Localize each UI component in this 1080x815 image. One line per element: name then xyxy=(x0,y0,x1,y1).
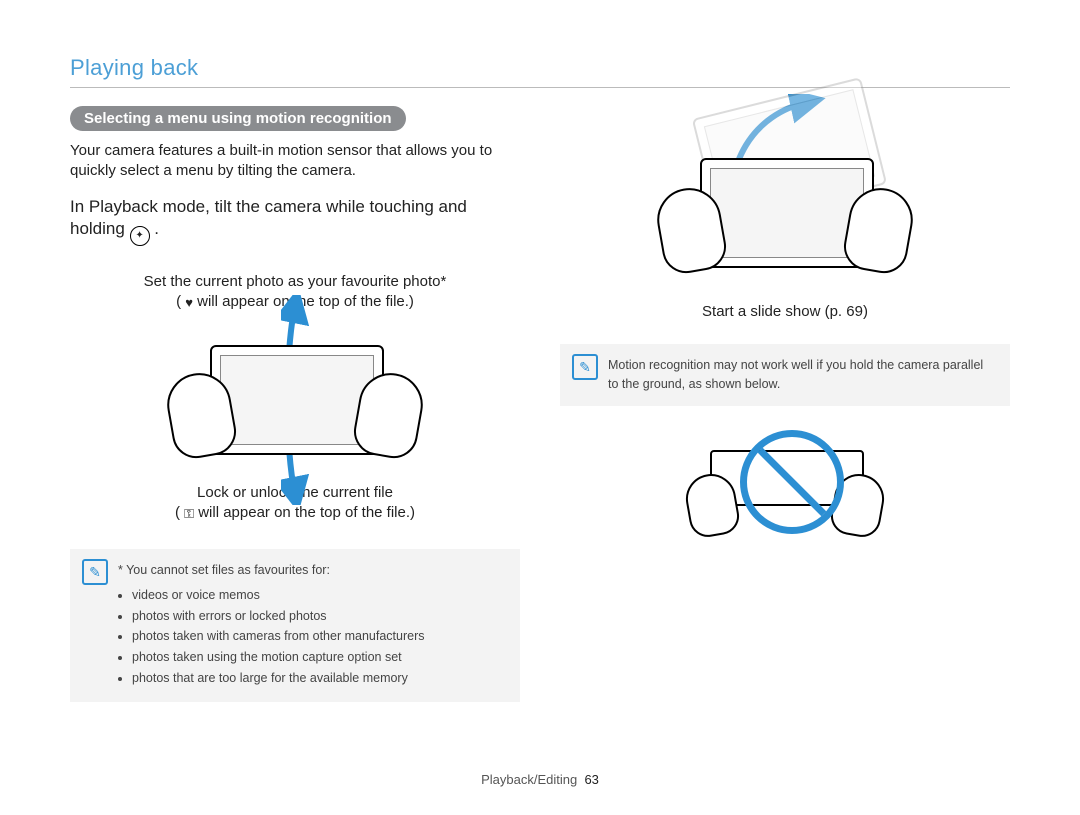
page-title: Playing back xyxy=(70,55,1010,81)
figure2-caption-line2-open: ( xyxy=(175,504,180,521)
page-footer: Playback/Editing 63 xyxy=(0,772,1080,787)
intro-text: Your camera features a built-in motion s… xyxy=(70,141,520,182)
prohibited-icon xyxy=(740,430,844,534)
instruction-line2-before: holding xyxy=(70,219,130,238)
warning-note-text: Motion recognition may not work well if … xyxy=(608,356,996,394)
list-item: photos taken with cameras from other man… xyxy=(132,627,506,646)
key-icon: ⚿ xyxy=(184,506,194,521)
figure1-caption-line2-rest: will appear on the top of the file.) xyxy=(197,293,414,310)
figure3-tilt-diagonal xyxy=(560,106,1010,296)
warning-note-box: ✎ Motion recognition may not work well i… xyxy=(560,344,1010,406)
figure1-tilt-vertical xyxy=(70,323,520,473)
favourites-note-lead: * You cannot set files as favourites for… xyxy=(118,561,506,580)
motion-touch-icon: ✦ xyxy=(130,226,150,246)
figure2-caption-line1: Lock or unlock the current file xyxy=(197,484,393,501)
figure4-parallel-prohibited xyxy=(560,416,1010,526)
list-item: photos with errors or locked photos xyxy=(132,607,506,626)
left-column: Selecting a menu using motion recognitio… xyxy=(70,106,520,702)
list-item: photos taken using the motion capture op… xyxy=(132,648,506,667)
title-rule xyxy=(70,87,1010,88)
slideshow-caption: Start a slide show (p. 69) xyxy=(560,302,1010,322)
section-heading-pill: Selecting a menu using motion recognitio… xyxy=(70,106,406,131)
figure1-caption-line2-open: ( xyxy=(176,293,181,310)
note-icon: ✎ xyxy=(82,559,108,585)
heart-icon: ♥ xyxy=(185,295,193,310)
figure1-caption-line1: Set the current photo as your favourite … xyxy=(144,273,447,290)
instruction-line2-after: . xyxy=(154,219,159,238)
list-item: videos or voice memos xyxy=(132,586,506,605)
instruction-line1: In Playback mode, tilt the camera while … xyxy=(70,197,467,216)
favourites-note-box: ✎ * You cannot set files as favourites f… xyxy=(70,549,520,702)
figure2-caption-line2-rest: will appear on the top of the file.) xyxy=(198,504,415,521)
right-column: Start a slide show (p. 69) ✎ Motion reco… xyxy=(560,106,1010,702)
instruction-block: In Playback mode, tilt the camera while … xyxy=(70,196,520,247)
footer-page-number: 63 xyxy=(584,772,598,787)
list-item: photos that are too large for the availa… xyxy=(132,669,506,688)
footer-section: Playback/Editing xyxy=(481,772,577,787)
figure2-caption: Lock or unlock the current file ( ⚿ will… xyxy=(70,483,520,524)
note-icon: ✎ xyxy=(572,354,598,380)
figure1-caption: Set the current photo as your favourite … xyxy=(70,272,520,313)
favourites-note-list: videos or voice memos photos with errors… xyxy=(118,586,506,688)
